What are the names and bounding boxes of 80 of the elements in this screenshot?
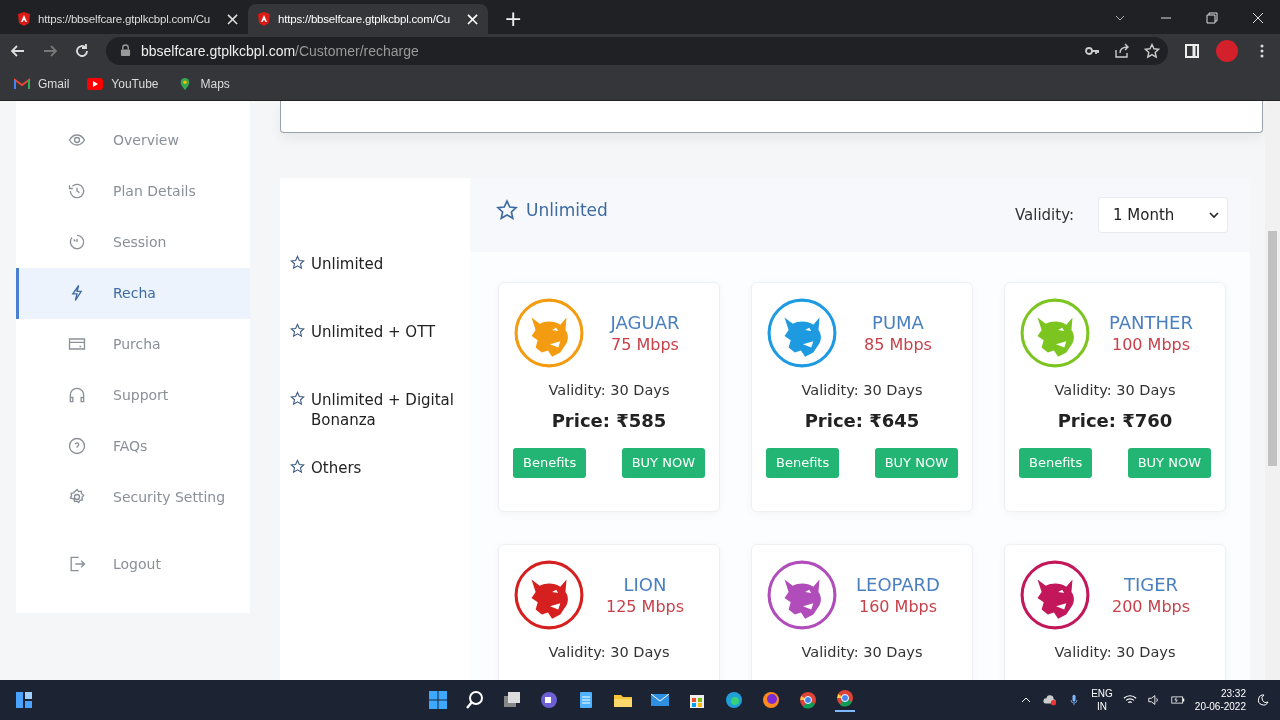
plan-validity: Validity: 30 Days (1054, 381, 1176, 398)
category-label: Unlimited + Digital Bonanza (311, 389, 455, 430)
search-icon[interactable] (465, 690, 485, 710)
tab-title: https://bbselfcare.gtplkcbpl.com/Cu (38, 12, 211, 25)
plan-validity: Validity: 30 Days (548, 643, 670, 660)
plan-validity: Validity: 30 Days (801, 643, 923, 660)
reload-icon[interactable] (74, 42, 90, 59)
speaker-icon[interactable] (1146, 694, 1161, 706)
category-item[interactable]: Unlimited + Digital Bonanza (290, 389, 462, 430)
mail-icon (14, 76, 30, 91)
plan-speed: 200 Mbps (1111, 596, 1191, 616)
wifi-icon[interactable] (1122, 694, 1137, 706)
plan-name: PANTHER (1109, 311, 1193, 333)
new-tab-button[interactable]: + (504, 8, 523, 29)
widgets-icon[interactable] (14, 690, 34, 710)
star-icon (290, 458, 305, 474)
sidebar-item[interactable]: Recha (16, 267, 250, 319)
plan-validity: Validity: 30 Days (801, 381, 923, 398)
start-icon[interactable] (428, 690, 448, 710)
category-label: Others (311, 457, 362, 478)
play-icon (87, 76, 104, 91)
close-icon[interactable]: × (224, 10, 240, 27)
plan-speed: 160 Mbps (858, 596, 938, 616)
url-text: bbselfcare.gtplkcbpl.com/Customer/recharge (141, 42, 419, 59)
plan-price: Price: ₹585 (551, 409, 667, 431)
plan-speed: 75 Mbps (611, 334, 679, 354)
star-icon (496, 198, 518, 221)
plan-name: LEOPARD (856, 573, 940, 595)
bookmark-link[interactable]: Gmail (14, 76, 70, 91)
tab-title: https://bbselfcare.gtplkcbpl.com/Cu (278, 12, 451, 25)
language-indicator[interactable]: ENG IN (1091, 687, 1113, 713)
chat-icon[interactable] (539, 690, 559, 710)
plan-validity: Validity: 30 Days (1054, 643, 1176, 660)
category-item[interactable]: Others (290, 457, 462, 498)
shield-icon (256, 10, 272, 27)
validity-dropdown[interactable]: 1 Month (1098, 196, 1228, 233)
back-icon[interactable] (10, 42, 26, 59)
cloud-icon[interactable] (1043, 694, 1058, 706)
sidebar-icon[interactable] (1184, 42, 1200, 59)
plan-price: Price: ₹645 (804, 409, 920, 431)
bookmark-link[interactable]: YouTube (87, 76, 159, 91)
moon-icon[interactable] (1256, 694, 1270, 706)
battery-icon[interactable] (1170, 694, 1185, 706)
category-item[interactable]: Unlimited + OTT (290, 321, 462, 362)
validity-label: Validity: (1014, 205, 1074, 224)
lock-icon (120, 44, 131, 58)
address-bar[interactable]: bbselfcare.gtplkcbpl.com/Customer/recharge (106, 36, 1168, 65)
chrome-icon[interactable] (835, 688, 855, 712)
scrollbar[interactable] (1265, 100, 1280, 681)
browser-tab[interactable]: https://bbselfcare.gtplkcbpl.com/Cu × (248, 3, 488, 34)
section-title: Unlimited (526, 199, 608, 220)
star-icon[interactable] (1144, 42, 1160, 59)
shield-icon (16, 10, 32, 27)
plan-name: JAGUAR (610, 311, 680, 333)
plan-speed: 100 Mbps (1111, 334, 1191, 354)
plan-price: Price: ₹760 (1057, 409, 1173, 431)
star-icon (290, 322, 305, 338)
plan-name: PUMA (872, 311, 924, 333)
plan-name: LION (623, 573, 667, 595)
forward-icon[interactable] (42, 42, 58, 59)
category-label: Unlimited (311, 253, 384, 274)
plan-speed: 125 Mbps (605, 596, 685, 616)
chevron-down-icon (1209, 211, 1219, 218)
category-item[interactable]: Unlimited (290, 253, 462, 294)
help-icon (67, 436, 87, 457)
restore-icon[interactable] (1206, 11, 1218, 24)
star-icon (290, 254, 305, 270)
plan-speed: 85 Mbps (864, 334, 932, 354)
bookmark-link[interactable]: Maps (176, 76, 230, 91)
chrome-icon[interactable] (798, 690, 818, 710)
clock[interactable]: 23:32 20-06-2022 (1194, 687, 1246, 713)
star-icon (290, 390, 305, 406)
plan-name: TIGER (1123, 573, 1179, 595)
plan-validity: Validity: 30 Days (548, 381, 670, 398)
close-icon[interactable]: × (464, 10, 480, 27)
close-icon[interactable] (1252, 11, 1264, 24)
browser-tab[interactable]: https://bbselfcare.gtplkcbpl.com/Cu × (8, 3, 248, 34)
category-label: Unlimited + OTT (311, 321, 436, 342)
task-view-icon[interactable] (502, 690, 522, 710)
share-icon[interactable] (1114, 42, 1130, 59)
